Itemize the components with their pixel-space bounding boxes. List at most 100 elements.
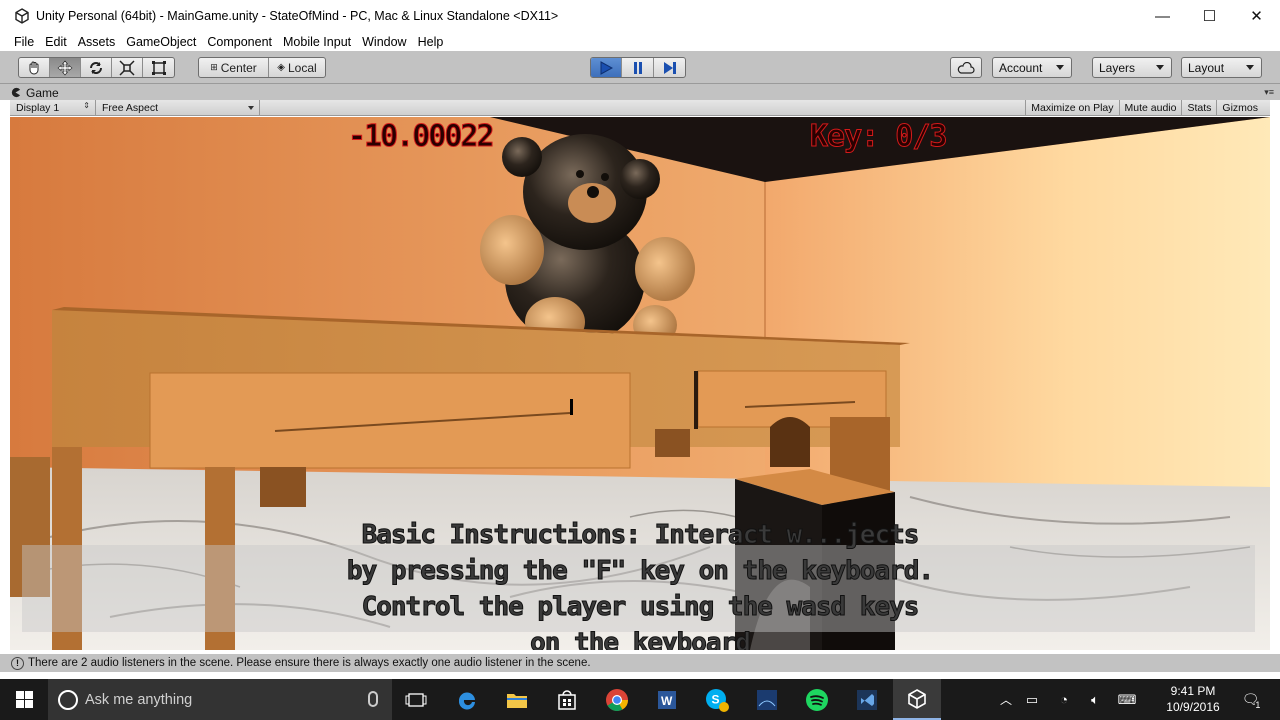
- menu-edit[interactable]: Edit: [45, 35, 67, 49]
- game-tab-label: Game: [26, 85, 59, 100]
- unity-taskbar-button[interactable]: [893, 679, 941, 720]
- updown-icon: ⇕: [83, 101, 90, 110]
- unity-toolbar: ⊞ Center ◈ Local Account Layers Layout: [0, 51, 1280, 84]
- info-icon: !: [11, 656, 24, 670]
- clock-date: 10/9/2016: [1166, 700, 1220, 714]
- layout-label: Layout: [1188, 60, 1225, 75]
- scale-tool-button[interactable]: [112, 58, 143, 77]
- kindle-icon: [757, 689, 777, 710]
- chevron-down-icon: [248, 106, 254, 110]
- kindle-button[interactable]: [743, 679, 791, 720]
- layers-dropdown[interactable]: Layers: [1092, 57, 1172, 78]
- unity-logo-icon: [15, 8, 29, 24]
- menu-bar: File Edit Assets GameObject Component Mo…: [0, 32, 1280, 51]
- game-view[interactable]: -10.00022 Key: 0/3 Basic Instructions: I…: [10, 117, 1270, 650]
- word-icon: W: [658, 690, 676, 709]
- microphone-icon[interactable]: [368, 691, 378, 707]
- action-center-button[interactable]: 🗨︎ 1: [1236, 679, 1266, 720]
- hand-icon: [29, 61, 39, 75]
- timer-display: -10.00022: [348, 119, 496, 155]
- pivot-center-button[interactable]: ⊞ Center: [199, 58, 269, 77]
- maximize-on-play-toggle[interactable]: Maximize on Play: [1025, 100, 1118, 115]
- play-controls: [590, 57, 686, 78]
- start-button[interactable]: [0, 679, 48, 720]
- display-label: Display 1: [16, 101, 60, 114]
- mute-audio-toggle[interactable]: Mute audio: [1118, 100, 1182, 115]
- system-tray: ︿ ▭ ◔ 🔈︎ ⌨︎: [996, 679, 1144, 720]
- spotify-icon: [806, 688, 828, 711]
- key-counter: Key: 0/3: [810, 119, 948, 155]
- move-tool-button[interactable]: [50, 58, 81, 77]
- file-explorer-button[interactable]: [493, 679, 541, 720]
- chrome-icon: [606, 688, 628, 711]
- volume-icon[interactable]: 🔈︎: [1080, 692, 1110, 708]
- space-label: Local: [288, 60, 317, 75]
- word-button[interactable]: W: [643, 679, 691, 720]
- panel-menu-icon[interactable]: ▾≡: [1264, 87, 1274, 98]
- status-message: There are 2 audio listeners in the scene…: [28, 657, 591, 669]
- chevron-down-icon: [1246, 65, 1254, 70]
- cloud-button[interactable]: [950, 57, 982, 78]
- taskbar-clock[interactable]: 9:41 PM 10/9/2016: [1158, 683, 1228, 715]
- skype-button[interactable]: S: [693, 679, 741, 720]
- menu-component[interactable]: Component: [207, 35, 272, 49]
- aspect-select[interactable]: Free Aspect: [96, 100, 260, 115]
- step-button[interactable]: [654, 58, 685, 77]
- edge-button[interactable]: [443, 679, 491, 720]
- windows-logo-icon: [15, 691, 33, 708]
- wifi-icon[interactable]: ◔: [1048, 692, 1080, 707]
- store-icon: [558, 689, 576, 710]
- menu-window[interactable]: Window: [362, 35, 406, 49]
- local-cube-icon: ◈: [277, 62, 285, 73]
- play-button[interactable]: [591, 58, 622, 77]
- scale-icon: [119, 59, 135, 76]
- gizmos-dropdown[interactable]: Gizmos: [1216, 100, 1270, 115]
- chevron-up-icon[interactable]: ︿: [996, 691, 1016, 708]
- menu-file[interactable]: File: [14, 35, 34, 49]
- task-view-icon: [405, 692, 427, 707]
- cloud-icon: [957, 61, 975, 74]
- space-local-button[interactable]: ◈ Local: [269, 58, 325, 77]
- visual-studio-button[interactable]: [843, 679, 891, 720]
- move-icon: [57, 60, 73, 75]
- svg-text:S: S: [712, 692, 720, 706]
- play-icon: [600, 60, 613, 75]
- gizmos-label: Gizmos: [1222, 101, 1258, 114]
- instructions-text: Basic Instructions: Interact w...jects b…: [346, 520, 934, 651]
- menu-assets[interactable]: Assets: [78, 35, 116, 49]
- store-button[interactable]: [543, 679, 591, 720]
- console-status-bar[interactable]: ! There are 2 audio listeners in the sce…: [0, 654, 1280, 672]
- pause-icon: [633, 61, 642, 74]
- file-explorer-icon: [507, 693, 527, 708]
- battery-icon[interactable]: ▭: [1016, 692, 1048, 708]
- game-view-toolbar: Display 1 ⇕ Free Aspect Maximize on Play…: [10, 100, 1270, 116]
- minimize-button[interactable]: —: [1139, 0, 1186, 32]
- maximize-button[interactable]: ☐: [1186, 0, 1233, 32]
- menu-mobile-input[interactable]: Mobile Input: [283, 35, 351, 49]
- layers-label: Layers: [1099, 60, 1136, 75]
- hand-tool-button[interactable]: [19, 58, 50, 77]
- pivot-label: Center: [220, 60, 257, 75]
- windows-taskbar: Ask me anything W S ︿ ▭ ◔ 🔈︎ ⌨︎ 9:41 PM …: [0, 679, 1280, 720]
- menu-help[interactable]: Help: [418, 35, 444, 49]
- tab-game[interactable]: Game: [10, 85, 59, 100]
- chrome-button[interactable]: [593, 679, 641, 720]
- keyboard-icon[interactable]: ⌨︎: [1110, 692, 1144, 708]
- cortana-search[interactable]: Ask me anything: [48, 679, 392, 720]
- stats-toggle[interactable]: Stats: [1181, 100, 1216, 115]
- search-placeholder: Ask me anything: [85, 691, 193, 708]
- display-select[interactable]: Display 1 ⇕: [10, 100, 96, 115]
- spotify-button[interactable]: [793, 679, 841, 720]
- task-view-button[interactable]: [392, 679, 440, 720]
- rotate-tool-button[interactable]: [81, 58, 112, 77]
- close-button[interactable]: ✕: [1233, 0, 1280, 32]
- aspect-label: Free Aspect: [102, 101, 159, 114]
- rect-tool-button[interactable]: [143, 58, 174, 77]
- unity-icon: [908, 688, 926, 709]
- account-dropdown[interactable]: Account: [992, 57, 1072, 78]
- pause-button[interactable]: [622, 58, 654, 77]
- layout-dropdown[interactable]: Layout: [1181, 57, 1262, 78]
- step-icon: [663, 61, 676, 74]
- menu-gameobject[interactable]: GameObject: [126, 35, 196, 49]
- svg-text:W: W: [661, 694, 673, 708]
